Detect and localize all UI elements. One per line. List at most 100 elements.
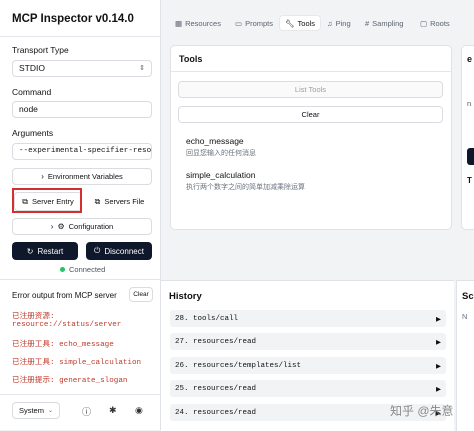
command-input[interactable]: node xyxy=(12,101,152,118)
tool-detail-title: e xyxy=(467,54,473,64)
triangle-right-icon: ▶ xyxy=(436,385,441,393)
list-tools-button[interactable]: List Tools xyxy=(178,81,443,98)
chevron-down-icon: ⌄ xyxy=(47,408,54,414)
tab-resources[interactable]: ▦ Resources xyxy=(175,16,221,30)
theme-value: System xyxy=(18,406,44,415)
server-notifications-panel: Sc N xyxy=(456,280,474,431)
disconnect-button[interactable]: ⏻ Disconnect xyxy=(86,242,152,260)
message-icon: ▭ xyxy=(235,18,243,28)
tab-label: Prompts xyxy=(245,18,274,28)
folder-icon: ▢ xyxy=(420,18,428,28)
triangle-right-icon: ▶ xyxy=(436,338,441,346)
tab-sampling[interactable]: # Sampling xyxy=(365,16,403,30)
error-line: 已注册工具: echo_message xyxy=(12,341,114,349)
tool-detail-text: n xyxy=(467,99,472,108)
error-clear-label: Clear xyxy=(133,291,149,298)
tool-detail-run-button[interactable] xyxy=(467,148,474,165)
transport-select[interactable]: STDIO ⇕ xyxy=(12,60,152,77)
github-icon[interactable]: ◉ xyxy=(135,405,143,416)
list-tools-label: List Tools xyxy=(294,85,327,94)
watermark: 知乎 @朱意 xyxy=(390,404,454,418)
tab-label: Sampling xyxy=(372,18,404,28)
command-label: Command xyxy=(12,87,52,97)
bell-icon: ♫ xyxy=(327,18,333,28)
app-title: MCP Inspector v0.14.0 xyxy=(12,13,134,25)
restart-button[interactable]: ↻ Restart xyxy=(12,242,78,260)
history-item-label: 25. resources/read xyxy=(175,384,257,393)
configuration-label: Configuration xyxy=(68,222,114,231)
wrench-icon: 🔧︎ xyxy=(285,18,295,28)
tab-ping[interactable]: ♫ Ping xyxy=(327,16,351,30)
tab-bar: ▦ Resources ▭ Prompts 🔧︎ Tools ♫ Ping # Sampl… xyxy=(161,9,474,36)
error-line: 已注册工具: simple_calculation xyxy=(12,359,142,367)
highlight-box xyxy=(12,188,82,213)
triangle-right-icon: ▶ xyxy=(436,362,441,370)
servers-file-label: Servers File xyxy=(104,197,145,206)
restart-label: Restart xyxy=(37,246,64,256)
history-item-label: 28. tools/call xyxy=(175,314,239,323)
history-item[interactable]: 25. resources/read ▶ xyxy=(170,380,446,397)
connection-status: Connected xyxy=(60,265,105,274)
configuration-button[interactable]: › ⚙ Configuration xyxy=(12,218,152,235)
grid-icon: ▦ xyxy=(175,18,183,28)
tool-detail-subtitle: T xyxy=(467,176,472,185)
history-item[interactable]: 26. resources/templates/list ▶ xyxy=(170,357,446,374)
divider xyxy=(0,394,160,395)
arguments-label: Arguments xyxy=(12,128,54,138)
disconnect-icon: ⏻ xyxy=(94,246,101,255)
tool-item[interactable]: simple_calculation 执行两个数字之间的简单加减乘除运算 xyxy=(186,170,305,192)
chevron-updown-icon: ⇕ xyxy=(139,65,145,72)
tab-label: Ping xyxy=(335,18,351,28)
status-dot xyxy=(60,267,65,272)
environment-variables-button[interactable]: › Environment Variables xyxy=(12,168,152,185)
history-item[interactable]: 27. resources/read ▶ xyxy=(170,333,446,350)
tool-item[interactable]: echo_message 回显您输入的任何消息 xyxy=(186,136,256,158)
tab-tools[interactable]: 🔧︎ Tools xyxy=(280,16,321,30)
server-notifications-title: Sc xyxy=(462,291,474,302)
transport-label: Transport Type xyxy=(12,45,69,55)
restart-icon: ↻ xyxy=(26,246,34,256)
tool-description: 回显您输入的任何消息 xyxy=(186,150,256,157)
divider xyxy=(0,279,160,280)
command-value: node xyxy=(19,104,38,114)
error-line: resource://status/server xyxy=(12,321,122,329)
tool-description: 执行两个数字之间的简单加减乘除运算 xyxy=(186,184,305,191)
servers-file-button[interactable]: ⧉ Servers File xyxy=(87,192,152,211)
history-title: History xyxy=(169,291,202,302)
chevron-right-icon: › xyxy=(50,222,54,231)
arguments-input[interactable]: --experimental-specifier-resolu xyxy=(12,143,152,160)
error-clear-button[interactable]: Clear xyxy=(129,287,153,302)
tools-clear-label: Clear xyxy=(301,110,320,119)
tool-detail-panel: e n T xyxy=(461,45,474,230)
error-line: 已注册资源: xyxy=(12,313,55,321)
triangle-right-icon: ▶ xyxy=(436,315,441,323)
sidebar: MCP Inspector v0.14.0 Transport Type STD… xyxy=(0,0,161,430)
tab-label: Roots xyxy=(430,18,450,28)
tool-name: echo_message xyxy=(186,136,244,146)
gear-icon: ⚙ xyxy=(57,222,65,231)
history-item-label: 26. resources/templates/list xyxy=(175,361,302,370)
history-item[interactable]: 28. tools/call ▶ xyxy=(170,310,446,327)
environment-variables-label: Environment Variables xyxy=(47,172,123,181)
status-text: Connected xyxy=(69,265,106,274)
error-line: 已注册提示: generate_slogan xyxy=(12,377,128,385)
error-output-title: Error output from MCP server xyxy=(12,291,117,300)
divider xyxy=(171,71,451,72)
chevron-right-icon: › xyxy=(41,172,44,181)
tab-label: Tools xyxy=(297,18,316,28)
tab-roots[interactable]: ▢ Roots xyxy=(420,16,450,30)
copy-icon: ⧉ xyxy=(94,196,101,206)
disconnect-label: Disconnect xyxy=(104,246,144,256)
help-icon[interactable]: ⓘ xyxy=(82,405,91,418)
tab-prompts[interactable]: ▭ Prompts xyxy=(235,16,273,30)
tools-title: Tools xyxy=(179,54,203,64)
theme-select[interactable]: System ⌄ xyxy=(12,402,60,419)
tool-name: simple_calculation xyxy=(186,170,256,180)
transport-value: STDIO xyxy=(19,63,45,73)
divider xyxy=(0,36,160,37)
tab-label: Resources xyxy=(185,18,221,28)
history-item-label: 24. resources/read xyxy=(175,408,257,417)
tools-panel: Tools List Tools Clear echo_message 回显您输… xyxy=(170,45,452,230)
tools-clear-button[interactable]: Clear xyxy=(178,106,443,123)
bug-icon[interactable]: ✱ xyxy=(109,405,117,416)
